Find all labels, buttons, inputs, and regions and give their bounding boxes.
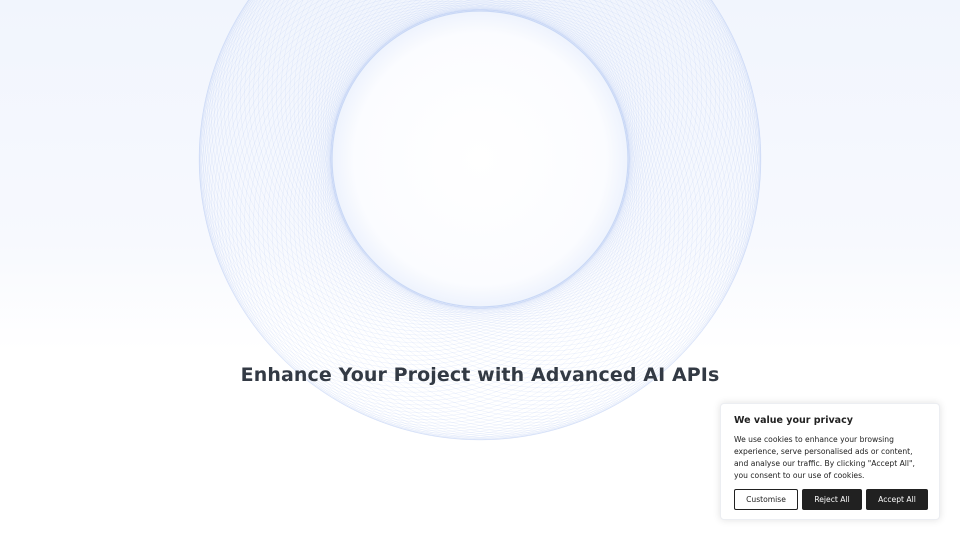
cookie-banner-text: We use cookies to enhance your browsing … bbox=[734, 435, 915, 480]
accept-all-button[interactable]: Accept All bbox=[866, 489, 928, 510]
cookie-banner-actions: Customise Reject All Accept All bbox=[734, 489, 928, 510]
cookie-banner-title: We value your privacy bbox=[734, 415, 853, 426]
page: Enhance Your Project with Advanced AI AP… bbox=[0, 0, 960, 540]
customise-button[interactable]: Customise bbox=[734, 489, 798, 510]
hero-title: Enhance Your Project with Advanced AI AP… bbox=[240, 364, 720, 386]
cookie-consent-banner: We value your privacy We use cookies to … bbox=[720, 403, 940, 520]
reject-all-button[interactable]: Reject All bbox=[802, 489, 862, 510]
inner-circle bbox=[331, 10, 629, 308]
